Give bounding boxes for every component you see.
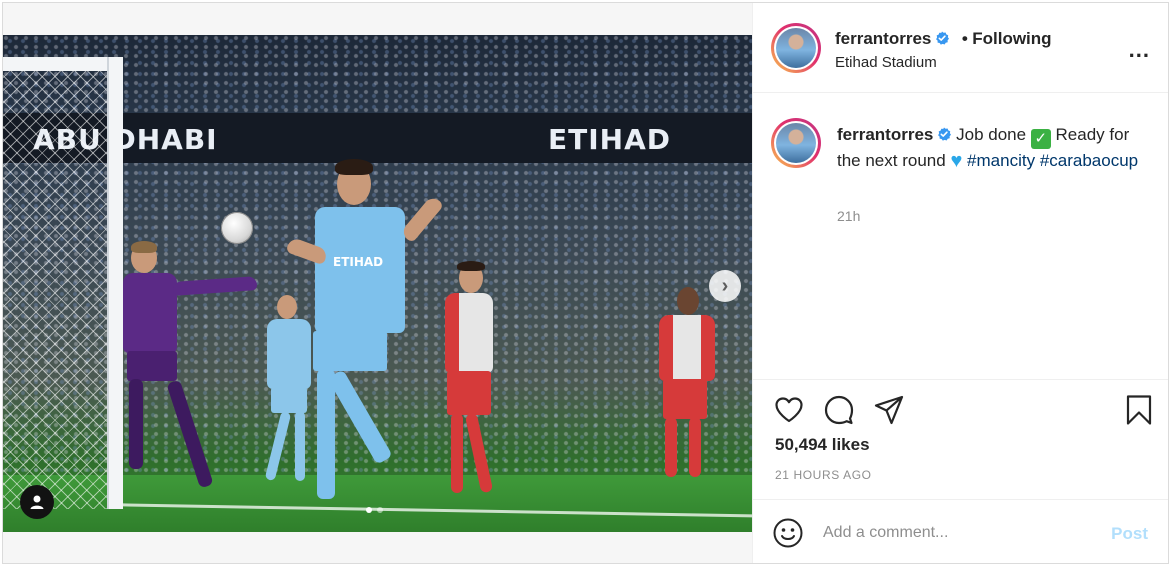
post-media: ABU DHABI ETIHAD ETIHAD › bbox=[3, 3, 752, 563]
comment-bar: Post bbox=[753, 499, 1168, 563]
verified-badge-icon bbox=[936, 31, 950, 45]
tagged-users-button[interactable] bbox=[20, 485, 54, 519]
comment-input[interactable] bbox=[823, 520, 1103, 546]
heart-icon[interactable] bbox=[773, 394, 805, 426]
shirt-sponsor: ETIHAD bbox=[333, 255, 384, 269]
user-tag-icon bbox=[30, 495, 44, 509]
blue-heart-emoji-icon: ♥ bbox=[950, 150, 963, 172]
post-timestamp[interactable]: 21 HOURS AGO bbox=[775, 468, 872, 482]
caption: ferrantorres Job done ✓ Ready for the ne… bbox=[837, 123, 1157, 173]
location-link[interactable]: Etihad Stadium bbox=[835, 54, 937, 71]
goal-net bbox=[3, 57, 107, 509]
carousel-indicator bbox=[366, 507, 383, 513]
football bbox=[221, 212, 253, 244]
post-comment-button[interactable]: Post bbox=[1111, 524, 1148, 544]
chevron-right-icon: › bbox=[721, 275, 729, 297]
carousel-dot-active bbox=[366, 507, 372, 513]
post-header: ferrantorres • Following Etihad Stadium … bbox=[753, 3, 1168, 93]
caption-avatar[interactable] bbox=[771, 118, 821, 168]
post-sidebar: ferrantorres • Following Etihad Stadium … bbox=[752, 3, 1168, 563]
following-button[interactable]: Following bbox=[972, 29, 1051, 48]
follow-separator: • bbox=[961, 29, 968, 48]
check-mark-emoji-icon: ✓ bbox=[1030, 129, 1051, 149]
board-text-right: ETIHAD bbox=[548, 123, 671, 156]
bookmark-icon[interactable] bbox=[1123, 394, 1155, 426]
more-options-icon[interactable]: ... bbox=[1129, 37, 1150, 63]
verified-badge-icon bbox=[938, 127, 952, 141]
header-user-line: ferrantorres • Following bbox=[835, 29, 1052, 49]
hashtag-link[interactable]: #mancity bbox=[967, 151, 1035, 170]
likes-count[interactable]: 50,494 likes bbox=[775, 435, 870, 455]
avatar[interactable] bbox=[771, 23, 821, 73]
caption-timestamp[interactable]: 21h bbox=[837, 208, 860, 224]
goal-post bbox=[107, 57, 123, 509]
next-slide-button[interactable]: › bbox=[709, 270, 741, 302]
action-bar bbox=[753, 379, 1168, 439]
caption-text-start: Job done bbox=[956, 125, 1027, 144]
share-icon[interactable] bbox=[873, 394, 905, 426]
hashtag-link[interactable]: #carabaocup bbox=[1040, 151, 1138, 170]
caption-username[interactable]: ferrantorres bbox=[837, 125, 933, 144]
post-photo: ABU DHABI ETIHAD ETIHAD bbox=[3, 35, 752, 532]
instagram-post: ABU DHABI ETIHAD ETIHAD › ferrantorres •… bbox=[2, 2, 1169, 564]
goal-crossbar bbox=[3, 57, 123, 71]
comment-icon[interactable] bbox=[823, 394, 855, 426]
carousel-dot bbox=[377, 507, 383, 513]
smiley-icon[interactable] bbox=[773, 518, 803, 548]
header-username[interactable]: ferrantorres bbox=[835, 29, 931, 48]
